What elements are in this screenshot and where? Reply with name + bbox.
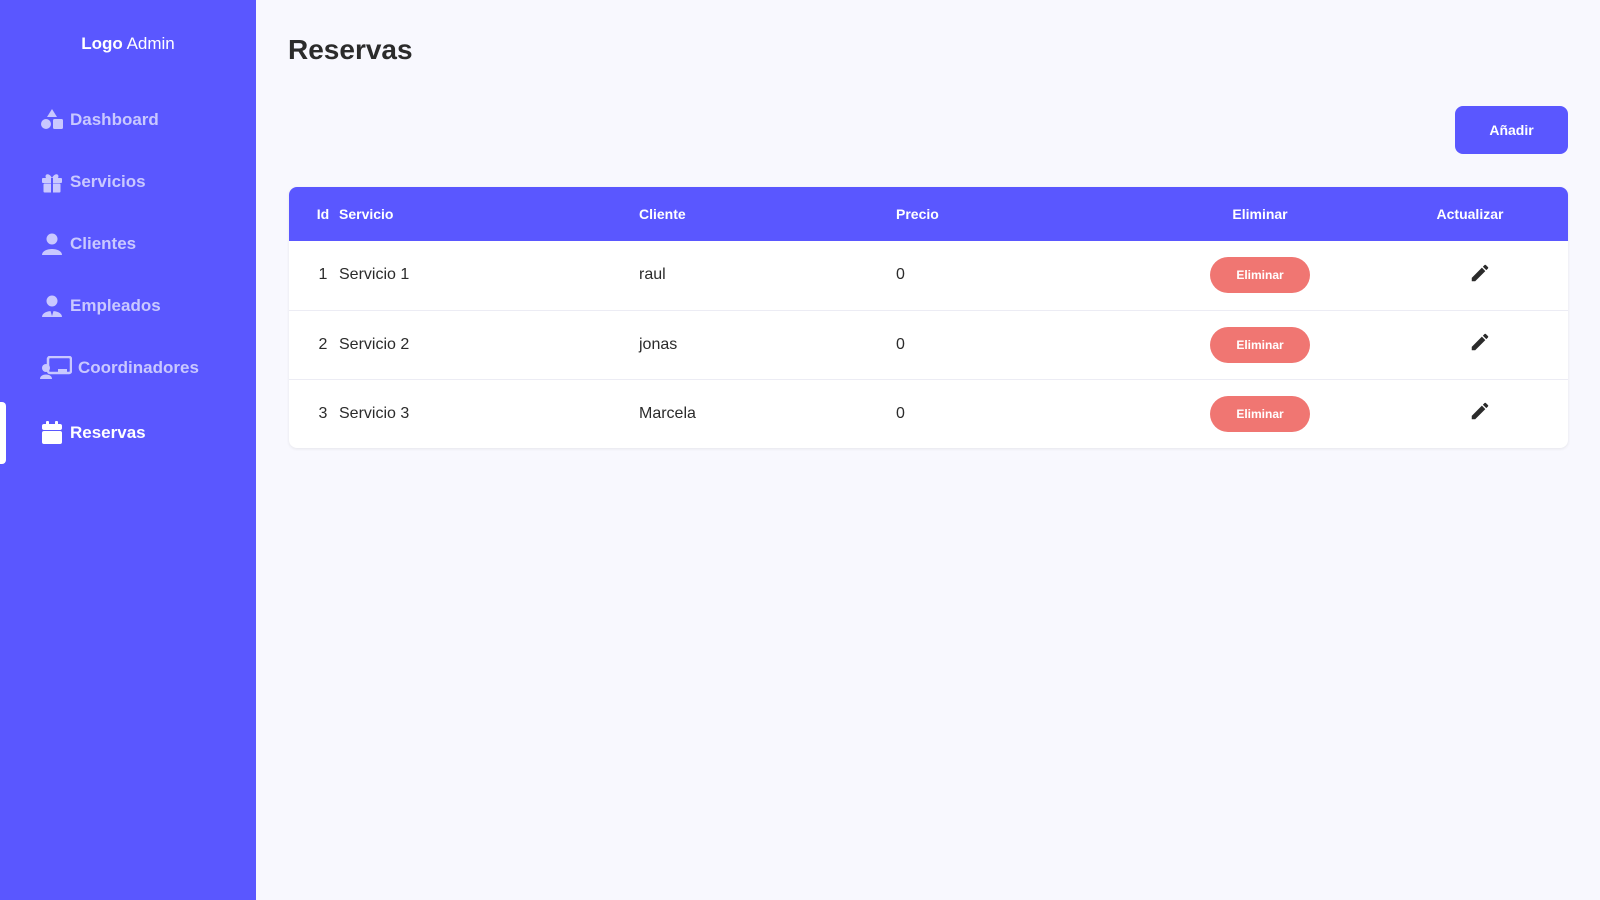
user-icon	[40, 232, 64, 256]
cell-actualizar	[1380, 241, 1568, 310]
sidebar-item-coordinadores[interactable]: Coordinadores	[0, 337, 256, 399]
column-header-actualizar: Actualizar	[1436, 206, 1504, 222]
cell-servicio: Servicio 2	[339, 335, 410, 353]
gift-icon	[40, 170, 64, 194]
table-header-row: Id Servicio Cliente Precio Eliminar Actu…	[289, 187, 1568, 241]
cell-precio: 0	[896, 266, 905, 284]
delete-button[interactable]: Eliminar	[1210, 257, 1310, 294]
sidebar-item-label: Reservas	[70, 423, 146, 442]
user-tie-icon	[40, 294, 64, 318]
table-row: 2 Servicio 2 jonas 0 Eliminar	[289, 310, 1568, 379]
cell-eliminar: Eliminar	[1140, 310, 1380, 379]
sidebar-item-label: Clientes	[70, 234, 137, 253]
cell-id: 1	[318, 266, 328, 284]
sidebar: Logo Admin Dashboard Servicios Clientes …	[0, 0, 256, 900]
shapes-icon	[40, 108, 64, 132]
logo-text: Admin	[122, 34, 175, 53]
pencil-icon[interactable]	[1469, 400, 1491, 422]
delete-button[interactable]: Eliminar	[1210, 326, 1310, 363]
pencil-icon[interactable]	[1469, 262, 1491, 284]
cell-actualizar	[1380, 379, 1568, 448]
cell-actualizar	[1380, 310, 1568, 379]
cell-precio: 0	[896, 335, 905, 353]
column-header-eliminar: Eliminar	[1232, 206, 1288, 222]
sidebar-item-label: Empleados	[70, 296, 161, 315]
cell-cliente: jonas	[639, 335, 678, 353]
cell-cliente: Marcela	[639, 404, 696, 422]
cell-cliente: raul	[639, 266, 666, 284]
cell-precio: 0	[896, 404, 905, 422]
sidebar-item-empleados[interactable]: Empleados	[0, 275, 256, 337]
calendar-icon	[40, 421, 64, 445]
table-row: 3 Servicio 3 Marcela 0 Eliminar	[289, 379, 1568, 448]
page-title: Reservas	[288, 34, 413, 65]
sidebar-item-label: Dashboard	[70, 110, 159, 129]
cell-servicio: Servicio 1	[339, 266, 410, 284]
table-row: 1 Servicio 1 raul 0 Eliminar	[289, 241, 1568, 310]
logo-bold: Logo	[81, 34, 123, 53]
cell-servicio: Servicio 3	[339, 404, 410, 422]
reservas-table: Id Servicio Cliente Precio Eliminar Actu…	[289, 187, 1568, 448]
pencil-icon[interactable]	[1469, 331, 1491, 353]
column-header-precio: Precio	[896, 206, 939, 222]
cell-eliminar: Eliminar	[1140, 379, 1380, 448]
sidebar-item-servicios[interactable]: Servicios	[0, 151, 256, 213]
cell-eliminar: Eliminar	[1140, 241, 1380, 310]
column-header-cliente: Cliente	[639, 206, 686, 222]
cell-id: 3	[318, 404, 328, 422]
column-header-servicio: Servicio	[339, 206, 394, 222]
chalkboard-user-icon	[40, 356, 72, 380]
sidebar-item-reservas[interactable]: Reservas	[0, 402, 256, 464]
sidebar-item-clientes[interactable]: Clientes	[0, 213, 256, 275]
sidebar-item-label: Coordinadores	[78, 358, 199, 377]
column-header-id: Id	[316, 206, 330, 222]
cell-id: 2	[318, 335, 328, 353]
sidebar-item-dashboard[interactable]: Dashboard	[0, 89, 256, 151]
sidebar-item-label: Servicios	[70, 172, 146, 191]
add-button[interactable]: Añadir	[1455, 106, 1568, 154]
logo[interactable]: Logo Admin	[0, 34, 256, 54]
delete-button[interactable]: Eliminar	[1210, 395, 1310, 432]
